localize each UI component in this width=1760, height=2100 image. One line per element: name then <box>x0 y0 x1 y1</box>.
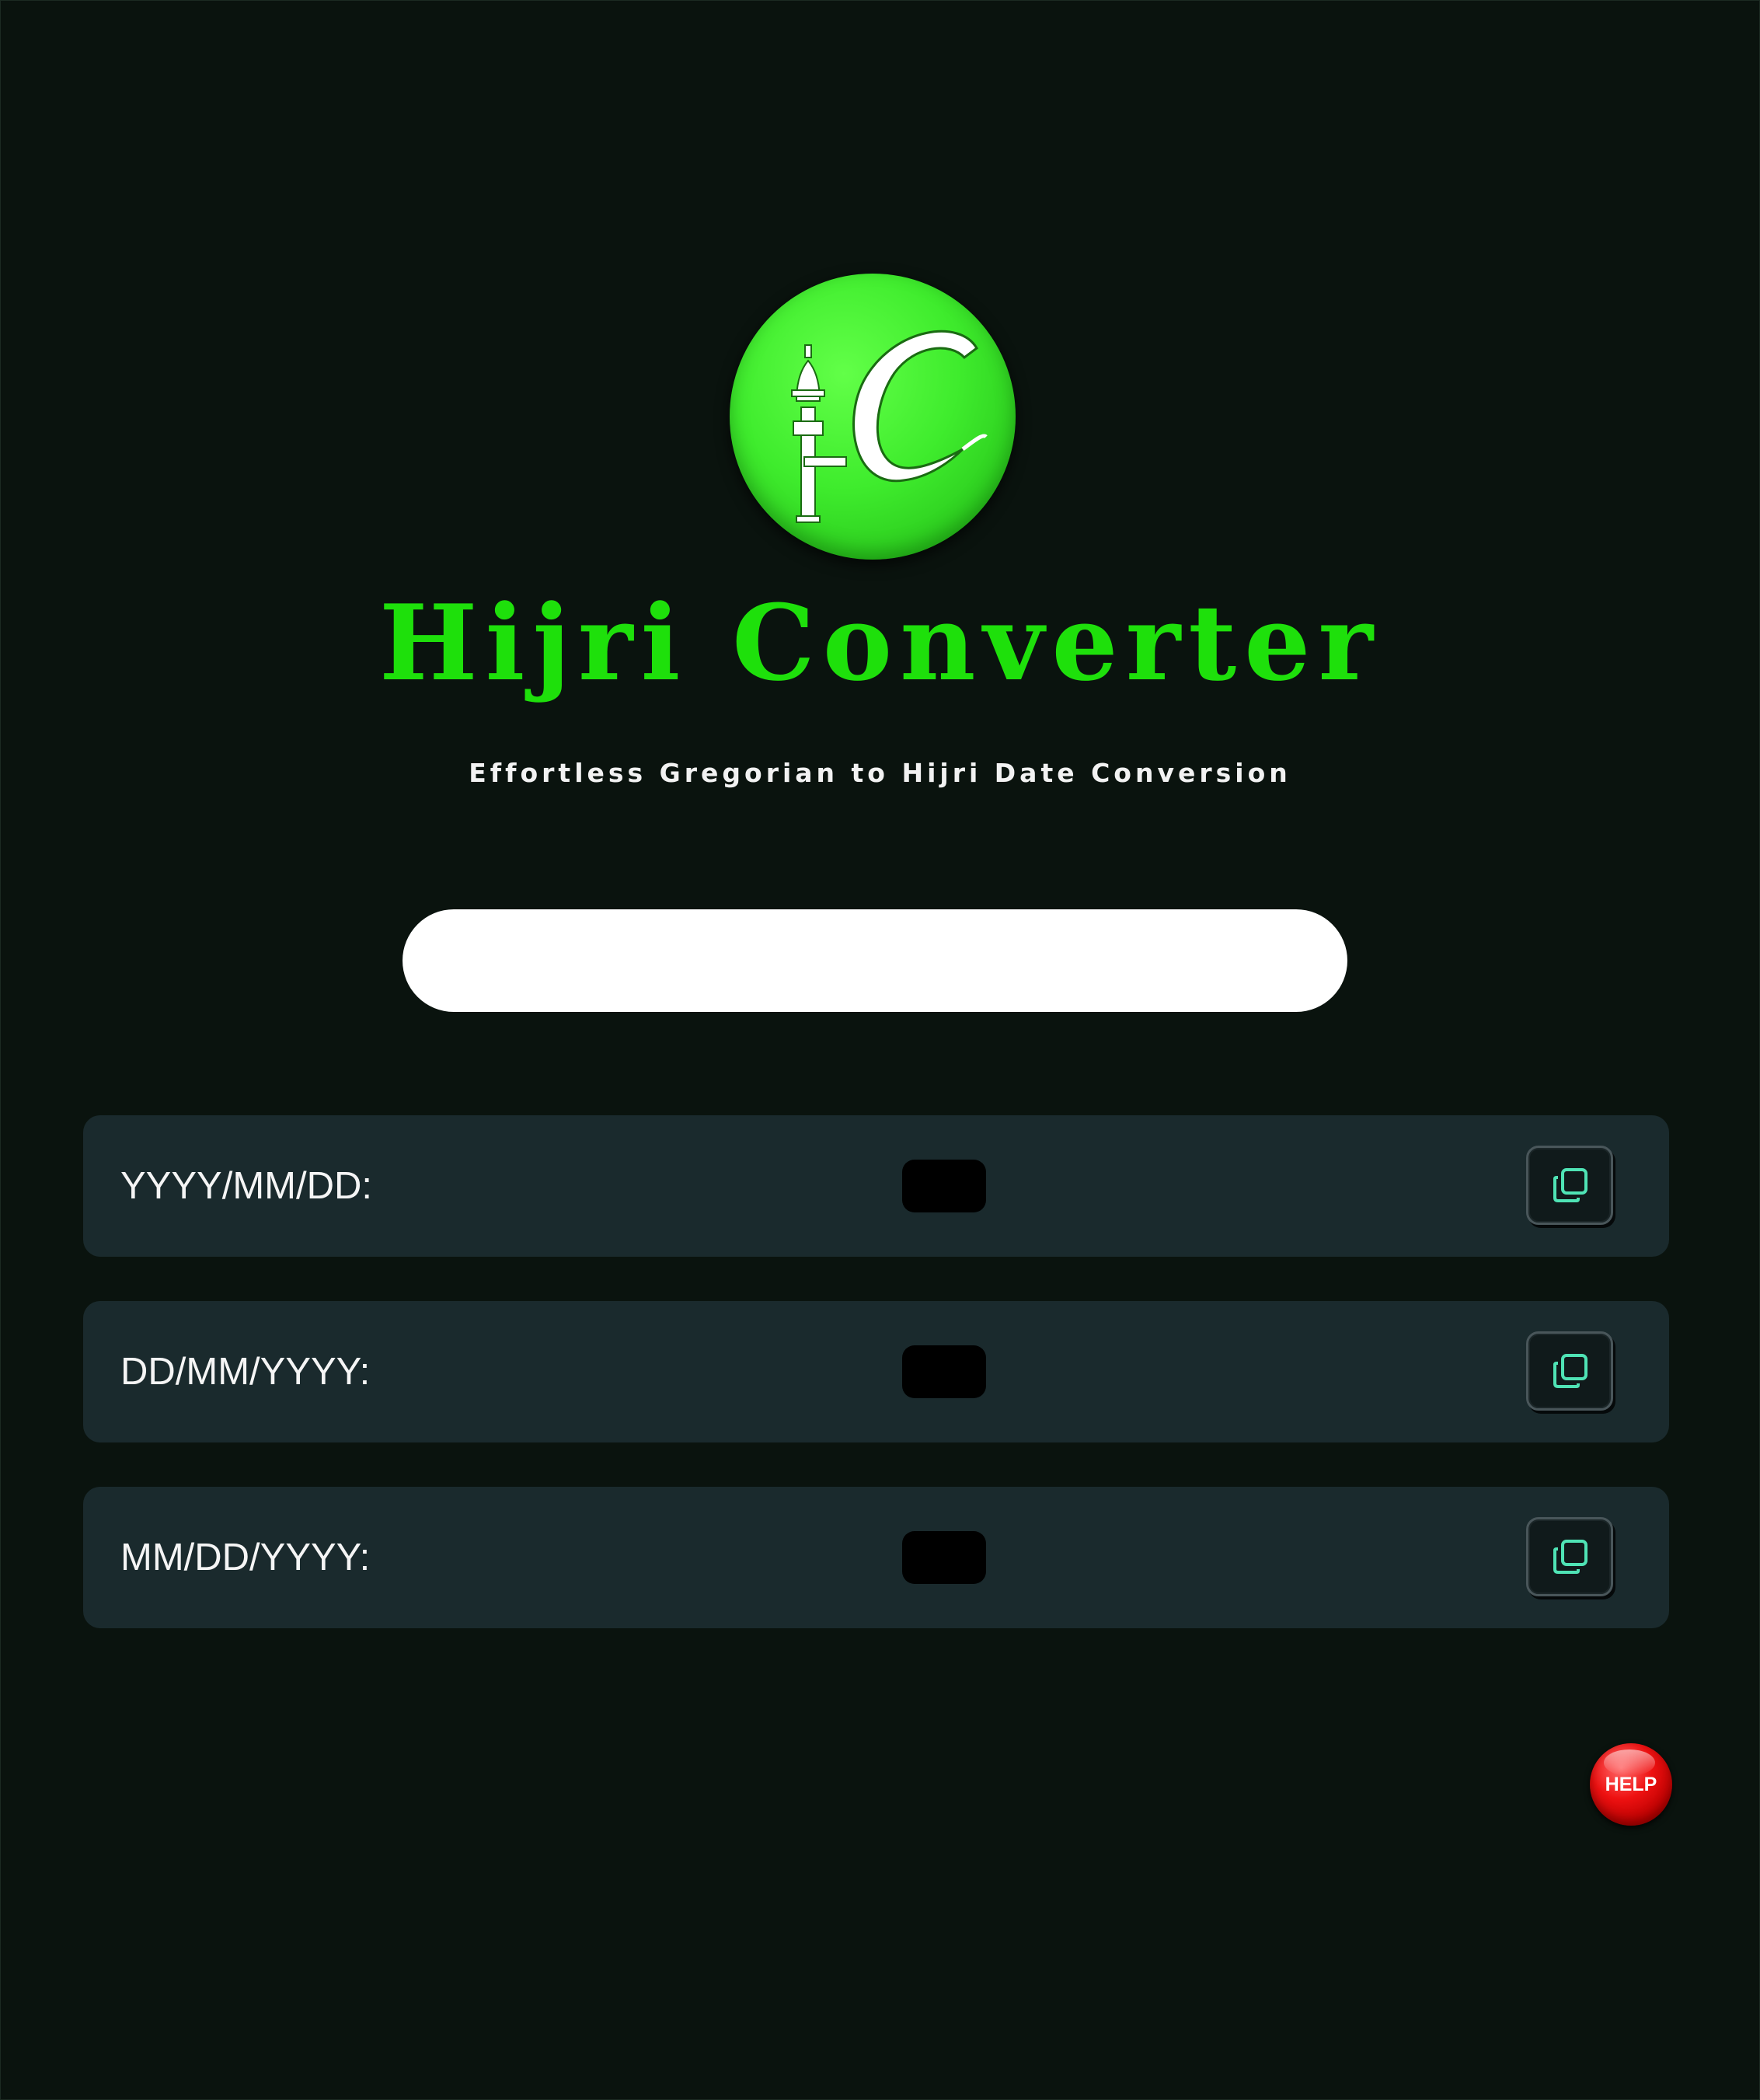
copy-button[interactable] <box>1526 1331 1613 1411</box>
result-row-mm-dd-yyyy: MM/DD/YYYY: <box>83 1487 1669 1628</box>
minaret-logo-icon <box>730 274 1016 560</box>
app-subtitle: Effortless Gregorian to Hijri Date Conve… <box>469 758 1291 788</box>
app-title: Hijri Converter <box>378 581 1382 704</box>
result-value <box>902 1160 986 1212</box>
result-label: YYYY/MM/DD: <box>120 1165 372 1207</box>
result-value <box>902 1345 986 1398</box>
copy-button[interactable] <box>1526 1146 1613 1225</box>
result-label: DD/MM/YYYY: <box>120 1351 371 1393</box>
copy-button[interactable] <box>1526 1517 1613 1596</box>
result-row-dd-mm-yyyy: DD/MM/YYYY: <box>83 1301 1669 1442</box>
copy-icon <box>1553 1354 1587 1388</box>
date-input[interactable] <box>403 909 1347 1012</box>
help-button[interactable]: HELP <box>1590 1743 1672 1826</box>
result-value <box>902 1531 986 1584</box>
copy-icon <box>1553 1540 1587 1574</box>
help-label: HELP <box>1605 1774 1657 1795</box>
result-label: MM/DD/YYYY: <box>120 1537 371 1578</box>
copy-icon <box>1553 1168 1587 1202</box>
result-row-yyyy-mm-dd: YYYY/MM/DD: <box>83 1115 1669 1257</box>
